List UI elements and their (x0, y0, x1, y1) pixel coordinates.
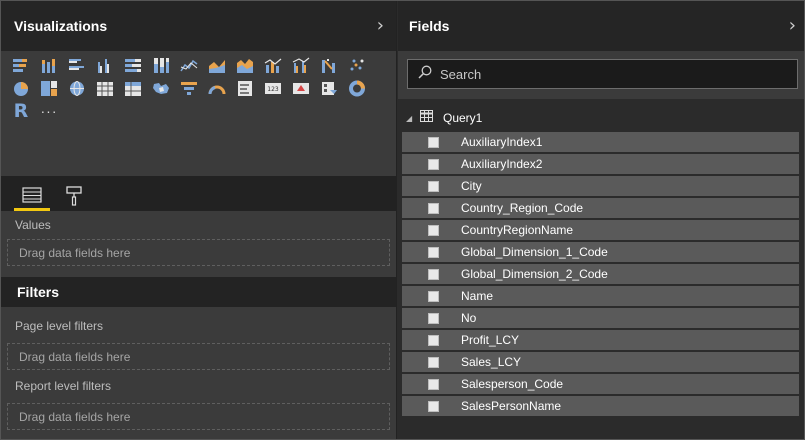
ribbon-chart-icon[interactable] (318, 55, 340, 75)
field-row[interactable]: CountryRegionName (402, 220, 799, 240)
area-chart-icon[interactable] (206, 55, 228, 75)
field-row[interactable]: AuxiliaryIndex2 (402, 154, 799, 174)
map-icon[interactable] (66, 78, 88, 98)
field-name: City (461, 179, 482, 193)
fields-header[interactable]: Fields › (398, 1, 804, 51)
field-checkbox[interactable] (428, 400, 439, 412)
table-icon[interactable] (94, 78, 116, 98)
funnel-icon[interactable] (178, 78, 200, 98)
page-level-filters-drop-zone[interactable]: Drag data fields here (7, 343, 390, 370)
filled-map-icon[interactable] (150, 78, 172, 98)
query-name: Query1 (443, 111, 483, 125)
power-bi-panes: Visualizations › 123 R ··· Values Drag dat… (0, 0, 805, 440)
more-visuals-icon[interactable]: ··· (38, 101, 60, 121)
field-checkbox[interactable] (428, 202, 439, 214)
svg-text:123: 123 (267, 86, 279, 93)
field-checkbox[interactable] (428, 378, 439, 390)
field-checkbox[interactable] (428, 334, 439, 346)
field-row[interactable]: Name (402, 286, 799, 306)
pie-chart-icon[interactable] (10, 78, 32, 98)
chevron-right-icon[interactable]: › (377, 17, 384, 35)
scatter-chart-icon[interactable] (346, 55, 368, 75)
visualizations-pane: Visualizations › 123 R ··· Values Drag dat… (1, 1, 397, 439)
line-and-clustered-column-chart-icon[interactable] (290, 55, 312, 75)
report-level-filters-label: Report level filters (15, 379, 112, 393)
r-visual-icon[interactable]: R (10, 100, 32, 122)
card-icon[interactable]: 123 (262, 78, 284, 98)
field-name: CountryRegionName (461, 223, 574, 237)
expand-caret-icon[interactable]: ◢ (406, 114, 420, 123)
stacked-column-chart-icon[interactable] (38, 55, 60, 75)
slicer-icon[interactable] (318, 78, 340, 98)
clustered-bar-chart-icon[interactable] (66, 55, 88, 75)
visualizations-header[interactable]: Visualizations › (1, 1, 396, 51)
field-checkbox[interactable] (428, 312, 439, 324)
field-name: AuxiliaryIndex2 (461, 157, 543, 171)
format-tab-icon[interactable] (56, 181, 92, 211)
chevron-right-icon[interactable]: › (789, 17, 796, 35)
fields-pane: Fields › Search ◢ Query1 AuxiliaryIndex1… (398, 1, 804, 439)
field-checkbox[interactable] (428, 246, 439, 258)
fields-title: Fields (409, 18, 450, 34)
field-row[interactable]: Global_Dimension_2_Code (402, 264, 799, 284)
field-name: Name (461, 289, 494, 303)
search-icon (418, 65, 432, 84)
donut-chart-icon[interactable] (346, 78, 368, 98)
field-checkbox[interactable] (428, 224, 439, 236)
field-checkbox[interactable] (428, 180, 439, 192)
clustered-column-chart-icon[interactable] (94, 55, 116, 75)
query-node[interactable]: ◢ Query1 (398, 107, 804, 129)
search-placeholder: Search (440, 66, 482, 82)
kpi-icon[interactable] (290, 78, 312, 98)
field-row[interactable]: City (402, 176, 799, 196)
field-row[interactable]: Global_Dimension_1_Code (402, 242, 799, 262)
field-list: AuxiliaryIndex1 AuxiliaryIndex2 City Countr… (398, 132, 804, 416)
visualizations-title: Visualizations (14, 18, 108, 34)
field-name: Global_Dimension_1_Code (461, 245, 608, 259)
field-name: AuxiliaryIndex1 (461, 135, 543, 149)
gauge-icon[interactable] (206, 78, 228, 98)
field-name: Salesperson_Code (461, 377, 564, 391)
fields-tab-icon[interactable] (14, 181, 50, 211)
values-label: Values (15, 218, 51, 232)
field-row[interactable]: Profit_LCY (402, 330, 799, 350)
field-name: No (461, 311, 477, 325)
field-checkbox[interactable] (428, 268, 439, 280)
visual-types-gallery: 123 R ··· (1, 51, 396, 176)
field-row[interactable]: Sales_LCY (402, 352, 799, 372)
field-row[interactable]: Country_Region_Code (402, 198, 799, 218)
field-row[interactable]: SalesPersonName (402, 396, 799, 416)
field-name: Profit_LCY (461, 333, 520, 347)
field-row[interactable]: Salesperson_Code (402, 374, 799, 394)
field-name: Country_Region_Code (461, 201, 584, 215)
table-icon (420, 109, 433, 127)
field-checkbox[interactable] (428, 136, 439, 148)
line-and-stacked-column-chart-icon[interactable] (262, 55, 284, 75)
values-drop-zone[interactable]: Drag data fields here (7, 239, 390, 266)
search-area: Search (398, 51, 804, 99)
100-stacked-bar-chart-icon[interactable] (122, 55, 144, 75)
100-stacked-column-chart-icon[interactable] (150, 55, 172, 75)
report-level-filters-drop-zone[interactable]: Drag data fields here (7, 403, 390, 430)
field-row[interactable]: AuxiliaryIndex1 (402, 132, 799, 152)
search-input[interactable]: Search (407, 59, 798, 89)
matrix-icon[interactable] (122, 78, 144, 98)
multi-row-card-icon[interactable] (234, 78, 256, 98)
field-checkbox[interactable] (428, 158, 439, 170)
field-checkbox[interactable] (428, 290, 439, 302)
filters-header: Filters (1, 277, 396, 307)
line-chart-icon[interactable] (178, 55, 200, 75)
field-row[interactable]: No (402, 308, 799, 328)
stacked-area-chart-icon[interactable] (234, 55, 256, 75)
visual-tabs-bar (1, 176, 396, 211)
field-name: Global_Dimension_2_Code (461, 267, 608, 281)
page-level-filters-label: Page level filters (15, 319, 104, 333)
stacked-bar-chart-icon[interactable] (10, 55, 32, 75)
field-checkbox[interactable] (428, 356, 439, 368)
treemap-icon[interactable] (38, 78, 60, 98)
field-name: Sales_LCY (461, 355, 522, 369)
field-name: SalesPersonName (461, 399, 562, 413)
fields-tree: ◢ Query1 AuxiliaryIndex1 AuxiliaryIndex2 C… (398, 99, 804, 416)
